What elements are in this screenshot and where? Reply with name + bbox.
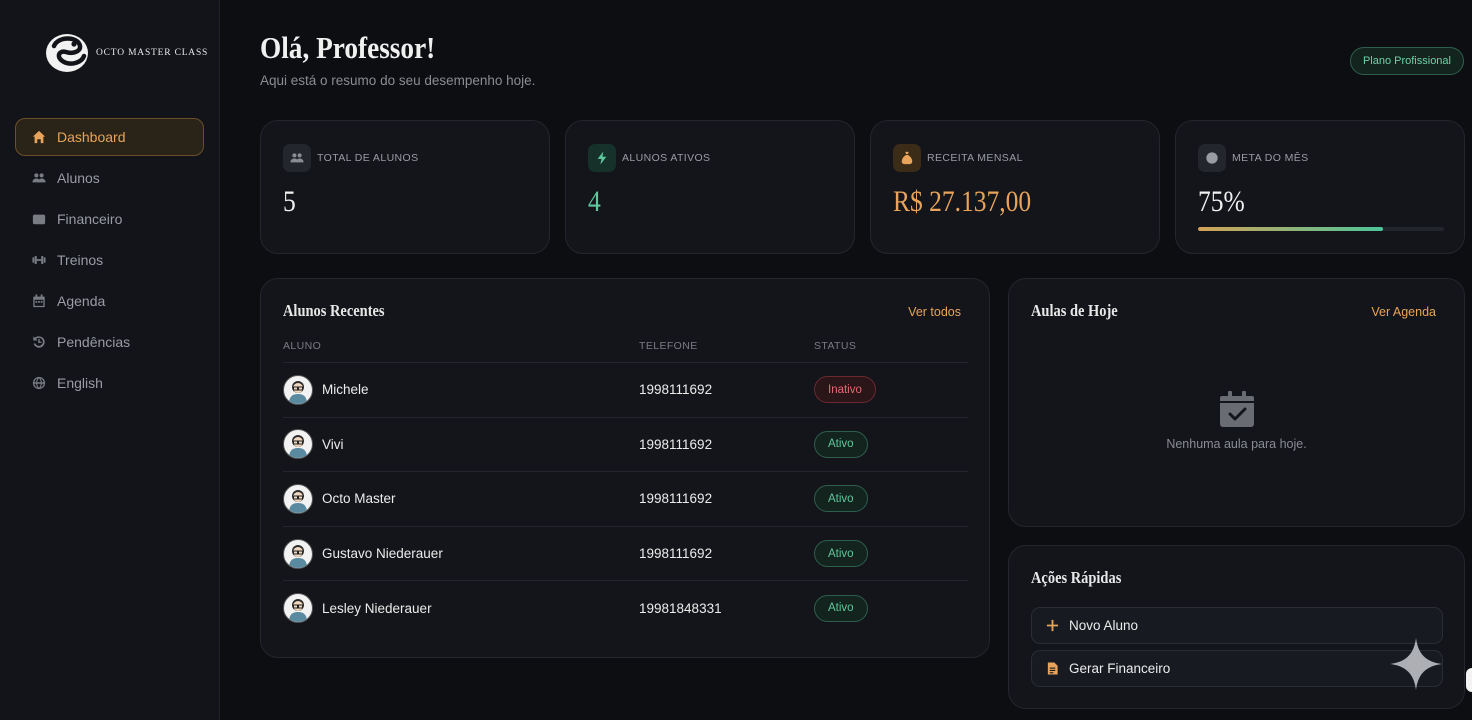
plan-badge[interactable]: Plano Profissional (1349, 47, 1464, 75)
sidebar-item-alunos[interactable]: Alunos (15, 159, 204, 197)
action-label: Novo Aluno (1069, 618, 1139, 633)
edge-handle[interactable] (1466, 668, 1472, 692)
student-phone: 1998111692 (639, 546, 713, 562)
student-name: Michele (322, 382, 369, 398)
calendar-check-icon (1219, 391, 1254, 427)
main-content: Olá, Professor! Aqui está o resumo do se… (220, 0, 1472, 720)
new-student-button[interactable]: Novo Aluno (1031, 607, 1443, 644)
brand-name: OCTO MASTER CLASS (96, 48, 209, 58)
avatar (283, 538, 313, 569)
recent-students-panel: Alunos Recentes Ver todos ALUNO TELEFONE… (260, 278, 990, 658)
table-row[interactable]: Octo Master 1998111692 Ativo (283, 471, 968, 526)
student-phone: 1998111692 (639, 436, 713, 452)
document-icon (1045, 662, 1059, 676)
stat-label: TOTAL DE ALUNOS (317, 152, 419, 164)
home-icon (31, 130, 46, 145)
empty-state-text: Nenhuma aula para hoje. (1166, 437, 1307, 451)
stat-value: 4 (588, 185, 601, 218)
sparkle-icon[interactable] (1390, 638, 1442, 690)
sidebar-item-label: Alunos (57, 170, 100, 186)
money-bag-icon (893, 144, 921, 172)
view-all-link[interactable]: Ver todos (908, 305, 961, 319)
stat-label: ALUNOS ATIVOS (622, 152, 711, 164)
sidebar-item-label: Agenda (57, 293, 106, 309)
student-name: Gustavo Niederauer (322, 546, 443, 562)
status-badge: Inativo (814, 376, 876, 404)
calendar-icon (31, 294, 46, 309)
avatar (283, 374, 313, 405)
stat-card-monthly-revenue: RECEITA MENSAL R$ 27.137,00 (870, 120, 1160, 254)
student-phone: 1998111692 (639, 491, 713, 507)
status-badge: Ativo (814, 430, 868, 458)
column-header-student: ALUNO (283, 340, 322, 352)
sidebar-item-label: English (57, 375, 103, 391)
goal-progress-bar (1198, 227, 1444, 231)
sidebar-item-english[interactable]: English (15, 364, 204, 402)
users-icon (31, 171, 46, 186)
dumbbell-icon (31, 253, 46, 268)
sidebar-item-label: Financeiro (57, 211, 123, 227)
sidebar-item-dashboard[interactable]: Dashboard (15, 118, 204, 156)
history-icon (31, 335, 46, 350)
today-classes-panel: Aulas de Hoje Ver Agenda Nenhuma aula pa… (1008, 278, 1465, 527)
table-row[interactable]: Gustavo Niederauer 1998111692 Ativo (283, 525, 968, 581)
page-title: Olá, Professor! (260, 30, 436, 65)
stat-card-total-students: TOTAL DE ALUNOS 5 (260, 120, 550, 254)
empty-state: Nenhuma aula para hoje. (1009, 391, 1464, 451)
sidebar-item-label: Dashboard (57, 129, 126, 145)
panel-title: Aulas de Hoje (1031, 301, 1118, 320)
goal-progress-fill (1198, 227, 1383, 231)
stat-value: 75% (1198, 185, 1245, 218)
column-header-status: STATUS (814, 340, 857, 352)
status-badge: Ativo (814, 485, 868, 513)
student-name: Lesley Niederauer (322, 600, 432, 616)
sidebar-item-financeiro[interactable]: Financeiro (15, 200, 204, 238)
sidebar: OCTO MASTER CLASS Dashboard Alunos Finan… (0, 0, 220, 720)
action-label: Gerar Financeiro (1069, 661, 1171, 676)
student-phone: 19981848331 (639, 600, 722, 616)
students-table: Michele 1998111692 Inativo Vivi 19981116… (283, 362, 968, 635)
brand-logo[interactable]: OCTO MASTER CLASS (44, 32, 208, 74)
panel-title: Alunos Recentes (283, 301, 385, 320)
status-badge: Ativo (814, 594, 868, 622)
avatar (283, 483, 313, 514)
avatar (283, 429, 313, 460)
table-row[interactable]: Vivi 1998111692 Ativo (283, 416, 968, 472)
stat-card-monthly-goal: META DO MÊS 75% (1175, 120, 1465, 254)
panel-title: Ações Rápidas (1031, 568, 1122, 587)
stat-label: RECEITA MENSAL (927, 152, 1023, 164)
table-row[interactable]: Lesley Niederauer 19981848331 Ativo (283, 580, 968, 635)
octo-logo-icon (46, 34, 88, 72)
circle-icon (1198, 144, 1226, 172)
column-header-phone: TELEFONE (639, 340, 698, 352)
sidebar-item-agenda[interactable]: Agenda (15, 282, 204, 320)
student-name: Vivi (322, 436, 344, 452)
sidebar-item-label: Treinos (57, 252, 104, 268)
table-row[interactable]: Michele 1998111692 Inativo (283, 362, 968, 417)
sidebar-item-pendencias[interactable]: Pendências (15, 323, 204, 361)
plus-icon (1045, 619, 1059, 633)
globe-icon (31, 376, 46, 391)
stat-value: R$ 27.137,00 (893, 185, 1032, 218)
student-name: Octo Master (322, 491, 396, 507)
sidebar-nav: Dashboard Alunos Financeiro Treinos Agen… (15, 118, 204, 405)
stat-label: META DO MÊS (1232, 152, 1309, 164)
student-phone: 1998111692 (639, 382, 713, 398)
status-badge: Ativo (814, 540, 868, 568)
view-agenda-link[interactable]: Ver Agenda (1371, 305, 1436, 319)
bolt-icon (588, 144, 616, 172)
wallet-icon (31, 212, 46, 227)
sidebar-item-label: Pendências (57, 334, 131, 350)
stat-value: 5 (283, 185, 296, 218)
avatar (283, 593, 313, 624)
users-icon (283, 144, 311, 172)
page-subtitle: Aqui está o resumo do seu desempenho hoj… (260, 73, 536, 88)
generate-finance-button[interactable]: Gerar Financeiro (1031, 650, 1443, 687)
stat-card-active-students: ALUNOS ATIVOS 4 (565, 120, 855, 254)
sidebar-item-treinos[interactable]: Treinos (15, 241, 204, 279)
